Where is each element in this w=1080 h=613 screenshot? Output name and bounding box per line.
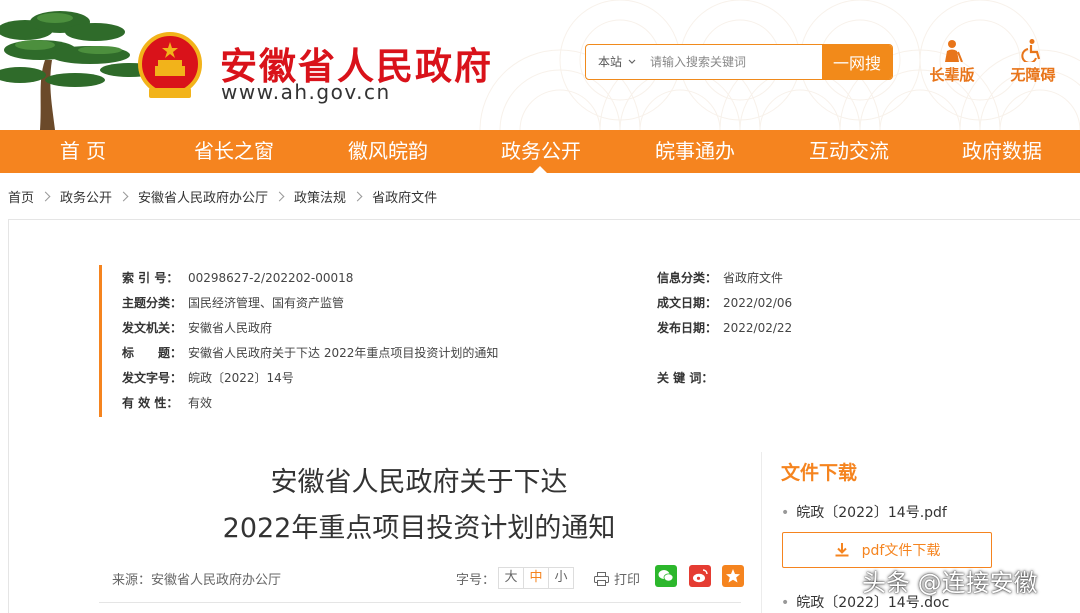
breadcrumb-item-provincial-docs[interactable]: 省政府文件 — [372, 187, 437, 206]
meta-topic: 主题分类： 国民经济管理、国有资产监管 — [122, 296, 345, 310]
document-title-line2: 2022年重点项目投资计划的通知 — [222, 513, 616, 544]
meta-subject: 标 题： 安徽省人民政府关于下达 2022年重点项目投资计划的通知 — [122, 346, 499, 360]
national-emblem-icon — [138, 32, 202, 98]
meta-category: 信息分类： 省政府文件 — [657, 271, 784, 285]
meta-keywords: 关 键 词： — [657, 371, 714, 385]
divider — [99, 602, 741, 603]
quick-link-elder[interactable]: 长辈版 — [922, 38, 982, 94]
nav-item-gov-data[interactable]: 政府数据 — [932, 130, 1072, 173]
print-label: 打印 — [614, 573, 641, 588]
chevron-right-icon — [352, 191, 363, 201]
search-scope-select[interactable]: 本站 — [586, 45, 646, 79]
nav-item-culture[interactable]: 徽风皖韵 — [318, 130, 458, 173]
font-size-large-button[interactable]: 大 — [498, 567, 525, 589]
share-wechat-button[interactable] — [655, 565, 677, 587]
breadcrumb-item-policy[interactable]: 政策法规 — [294, 187, 346, 206]
site-url: www.ah.gov.cn — [221, 80, 391, 104]
nav-item-home[interactable]: 首 页 — [13, 130, 153, 173]
wechat-icon — [658, 570, 674, 582]
search-scope-label: 本站 — [598, 55, 623, 69]
favorite-button[interactable] — [722, 565, 744, 587]
main-nav: 首 页 省长之窗 徽风皖韵 政务公开 皖事通办 互动交流 政府数据 — [0, 130, 1080, 173]
download-file-pdf[interactable]: 皖政〔2022〕14号.pdf — [781, 502, 947, 522]
print-button[interactable]: 打印 — [594, 569, 640, 588]
font-size-label: 字号： — [456, 572, 496, 588]
font-size-control: 字号： 大 中 小 — [456, 567, 575, 589]
nav-item-gov-affairs[interactable]: 政务公开 — [471, 130, 611, 173]
nav-item-interaction[interactable]: 互动交流 — [779, 130, 919, 173]
elder-icon — [945, 40, 963, 62]
nav-item-services[interactable]: 皖事通办 — [625, 130, 765, 173]
document-metadata: 索 引 号： 00298627-2/202202-00018 信息分类： 省政府… — [99, 265, 999, 417]
meta-created: 成文日期： 2022/02/06 — [657, 296, 793, 310]
search-input[interactable] — [646, 45, 822, 79]
meta-doc-number: 发文字号： 皖政〔2022〕14号 — [122, 371, 294, 385]
document-title: 安徽省人民政府关于下达 2022年重点项目投资计划的通知 — [199, 460, 639, 552]
meta-issuer: 发文机关： 安徽省人民政府 — [122, 321, 273, 335]
meta-published: 发布日期： 2022/02/22 — [657, 321, 793, 335]
quick-link-label: 无障碍 — [1010, 66, 1056, 84]
site-header: 安徽省人民政府 www.ah.gov.cn 本站 一网搜 长辈版 无障碍 — [0, 0, 1080, 130]
search-button[interactable]: 一网搜 — [822, 45, 892, 79]
font-size-small-button[interactable]: 小 — [548, 567, 575, 589]
breadcrumb-item-gov-affairs[interactable]: 政务公开 — [60, 187, 112, 206]
breadcrumb: 首页 政务公开 安徽省人民政府办公厅 政策法规 省政府文件 — [8, 185, 437, 207]
meta-validity: 有 效 性： 有效 — [122, 396, 213, 410]
font-size-medium-button[interactable]: 中 — [523, 567, 550, 589]
download-icon — [835, 543, 849, 557]
chevron-down-icon — [628, 59, 636, 64]
breadcrumb-item-home[interactable]: 首页 — [8, 187, 34, 206]
chevron-right-icon — [274, 191, 285, 201]
breadcrumb-item-office[interactable]: 安徽省人民政府办公厅 — [138, 187, 268, 206]
chevron-right-icon — [118, 191, 129, 201]
accessibility-icon — [1021, 39, 1041, 62]
document-title-line1: 安徽省人民政府关于下达 — [270, 467, 568, 498]
weibo-icon — [693, 569, 708, 583]
share-weibo-button[interactable] — [689, 565, 711, 587]
star-icon — [726, 569, 740, 583]
watermark: 头条 @连接安徽 — [862, 569, 1038, 597]
document-panel: 索 引 号： 00298627-2/202202-00018 信息分类： 省政府… — [8, 219, 1080, 613]
meta-index: 索 引 号： 00298627-2/202202-00018 — [122, 271, 354, 285]
printer-icon — [594, 571, 609, 586]
downloads-title: 文件下载 — [781, 462, 858, 484]
nav-item-governor[interactable]: 省长之窗 — [164, 130, 304, 173]
quick-link-label: 长辈版 — [929, 66, 975, 84]
chevron-right-icon — [40, 191, 51, 201]
quick-link-accessibility[interactable]: 无障碍 — [1003, 38, 1063, 94]
pdf-download-label: pdf文件下载 — [861, 543, 941, 559]
search-box: 本站 一网搜 — [585, 44, 893, 80]
document-source: 来源：安徽省人民政府办公厅 — [112, 573, 282, 588]
